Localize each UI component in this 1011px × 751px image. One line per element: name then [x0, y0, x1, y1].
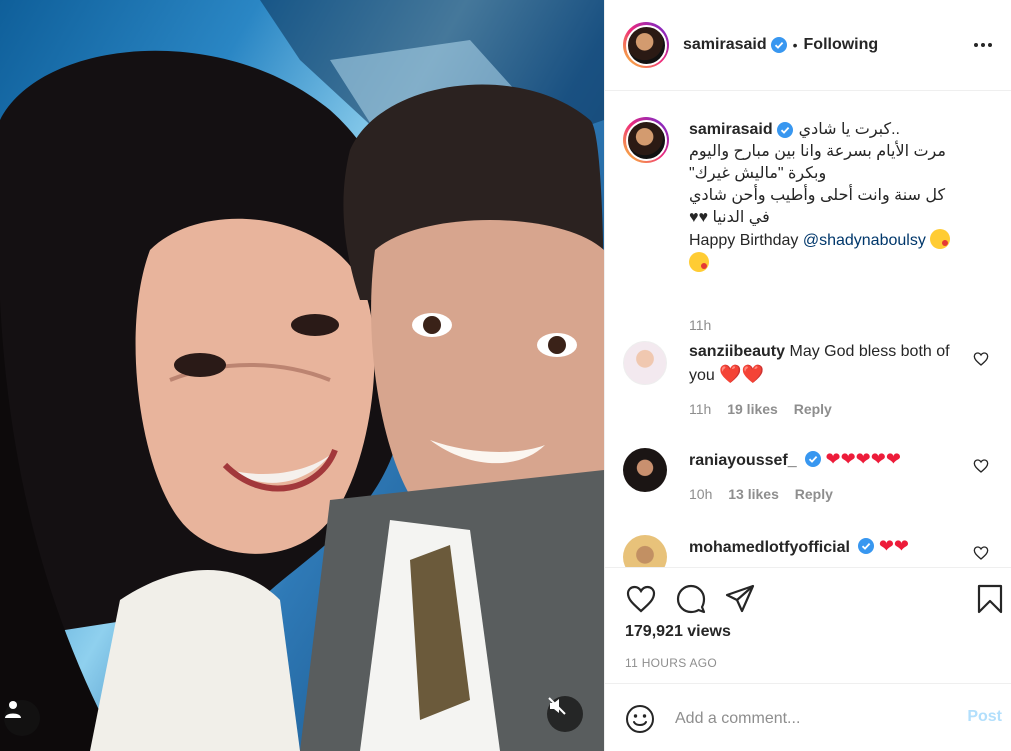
caption-line-2: مرت الأيام بسرعة وانا بين مبارح واليوم	[689, 143, 946, 160]
comment-text: sanziibeauty May God bless both of you ❤…	[689, 341, 969, 387]
separator-dot: •	[792, 37, 798, 53]
reply-button[interactable]: Reply	[795, 486, 833, 502]
author-username[interactable]: samirasaid	[683, 36, 767, 54]
comment-hearts: ❤️❤️	[719, 364, 765, 384]
comment-item: raniayoussef_ ❤❤❤❤❤ 10h 13 likes Reply	[623, 448, 1003, 508]
share-paper-plane-icon[interactable]	[724, 583, 756, 615]
verified-badge-icon	[858, 538, 875, 554]
add-comment-input[interactable]	[675, 706, 945, 732]
commenter-avatar[interactable]	[623, 535, 667, 567]
comment-text: raniayoussef_ ❤❤❤❤❤	[689, 448, 969, 472]
comment-time[interactable]: 10h	[689, 486, 712, 502]
like-heart-icon[interactable]	[625, 583, 657, 615]
comment-item: sanziibeauty May God bless both of you ❤…	[623, 341, 1003, 421]
post-comment-button[interactable]: Post	[967, 708, 1002, 726]
caption-time[interactable]: 11h	[689, 317, 711, 333]
comment-item: mohamedlotfyofficial ❤❤	[623, 535, 1003, 567]
caption-line-1: ..كبرت يا شادي	[798, 121, 900, 138]
caption-line-4: كل سنة وانت أحلى وأطيب وأحن شادي	[689, 187, 946, 204]
comments-list: samirasaid ..كبرت يا شادي مرت الأيام بسر…	[605, 91, 1011, 567]
post-actions: 179,921 views 11 HOURS AGO	[605, 567, 1011, 683]
like-comment-heart-icon[interactable]	[973, 458, 989, 474]
comment-meta: 10h 13 likes Reply	[689, 486, 845, 502]
caption-username[interactable]: samirasaid	[689, 119, 773, 141]
kiss-emoji-icon	[930, 229, 951, 249]
save-bookmark-icon[interactable]	[974, 583, 1006, 615]
verified-badge-icon	[770, 37, 787, 53]
commenter-username[interactable]: mohamedlotfyofficial	[689, 539, 850, 556]
caption-meta: 11h	[689, 317, 723, 333]
like-comment-heart-icon[interactable]	[973, 545, 989, 561]
view-count[interactable]: 179,921 views	[625, 623, 731, 641]
emoji-picker-icon[interactable]	[625, 704, 655, 734]
comment-meta: 11h 19 likes Reply	[689, 401, 844, 417]
caption-birthday-text: Happy Birthday	[689, 232, 799, 249]
post-header: samirasaid • Following	[605, 0, 1011, 91]
post-side-panel: samirasaid • Following samirasaid ..كبرت…	[604, 0, 1011, 751]
speaker-muted-icon	[548, 697, 566, 715]
comment-bubble-icon[interactable]	[675, 583, 707, 615]
user-icon	[5, 701, 21, 718]
caption-mention-link[interactable]: @shadynaboulsy	[803, 232, 926, 249]
commenter-username[interactable]: raniayoussef_	[689, 452, 797, 469]
like-comment-heart-icon[interactable]	[973, 351, 989, 367]
verified-badge-icon	[805, 451, 822, 467]
reply-button[interactable]: Reply	[794, 401, 832, 417]
comment-likes[interactable]: 19 likes	[727, 401, 778, 417]
caption-line-5: في الدنيا ♥♥	[689, 209, 770, 226]
caption-text: samirasaid ..كبرت يا شادي مرت الأيام بسر…	[689, 119, 979, 275]
tagged-users-button[interactable]	[4, 700, 40, 736]
comment-composer: Post	[605, 683, 1011, 751]
caption-avatar[interactable]	[623, 117, 669, 163]
post-media[interactable]	[0, 0, 604, 751]
comment-likes[interactable]: 13 likes	[728, 486, 779, 502]
comment-time[interactable]: 11h	[689, 401, 711, 417]
post-photo	[0, 0, 604, 751]
comment-text: mohamedlotfyofficial ❤❤	[689, 535, 989, 559]
post-timestamp[interactable]: 11 HOURS AGO	[625, 656, 717, 670]
commenter-avatar[interactable]	[623, 341, 667, 385]
caption-line-3: وبكرة "ماليش غيرك"	[689, 165, 827, 182]
caption: samirasaid ..كبرت يا شادي مرت الأيام بسر…	[623, 117, 1003, 333]
author-avatar[interactable]	[623, 22, 669, 68]
commenter-username[interactable]: sanziibeauty	[689, 343, 785, 360]
comment-hearts: ❤❤❤❤❤	[825, 449, 901, 469]
mute-button[interactable]	[547, 696, 583, 732]
commenter-avatar[interactable]	[623, 448, 667, 492]
following-button[interactable]: Following	[804, 36, 879, 54]
comment-hearts: ❤❤	[878, 536, 909, 556]
verified-badge-icon	[776, 122, 793, 138]
more-options-icon[interactable]	[974, 38, 1000, 52]
kiss-emoji-icon	[689, 252, 709, 272]
